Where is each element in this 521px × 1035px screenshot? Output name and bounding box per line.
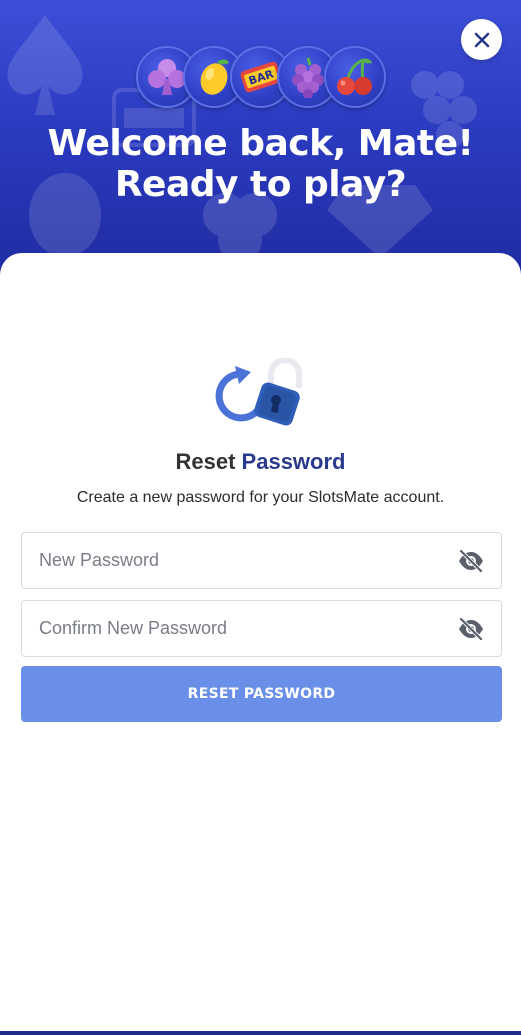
confirm-password-input[interactable] [22, 601, 442, 656]
grapes-icon [292, 57, 324, 98]
lemon-icon [200, 59, 229, 95]
welcome-title: Welcome back, Mate! Ready to play? [0, 123, 521, 205]
reset-password-button[interactable]: RESET PASSWORD [21, 666, 502, 722]
hero-banner: BAR Welcome back, Mate! Ready to play? [0, 0, 521, 290]
bottom-edge [0, 1031, 521, 1035]
reset-subtitle: Create a new password for your SlotsMate… [76, 489, 445, 506]
close-icon [474, 32, 489, 47]
club-icon [148, 59, 186, 95]
eye-off-icon[interactable] [458, 618, 484, 640]
reset-password-heading: Reset Password [0, 449, 521, 475]
eye-off-icon[interactable] [458, 550, 484, 572]
reset-lock-icon [215, 358, 302, 426]
close-button[interactable] [461, 19, 502, 60]
spade-deco-icon [7, 15, 83, 115]
welcome-line-1: Welcome back, Mate! [47, 123, 474, 164]
heading-part-1: Reset [175, 449, 236, 474]
cherry-coin [324, 46, 386, 108]
confirm-password-field [21, 600, 502, 657]
welcome-line-2: Ready to play? [114, 164, 407, 205]
slot-symbol-coins: BAR [136, 46, 386, 108]
new-password-field [21, 532, 502, 589]
new-password-input[interactable] [22, 533, 442, 588]
heading-part-2: Password [241, 449, 346, 474]
cherry-icon [337, 58, 372, 95]
